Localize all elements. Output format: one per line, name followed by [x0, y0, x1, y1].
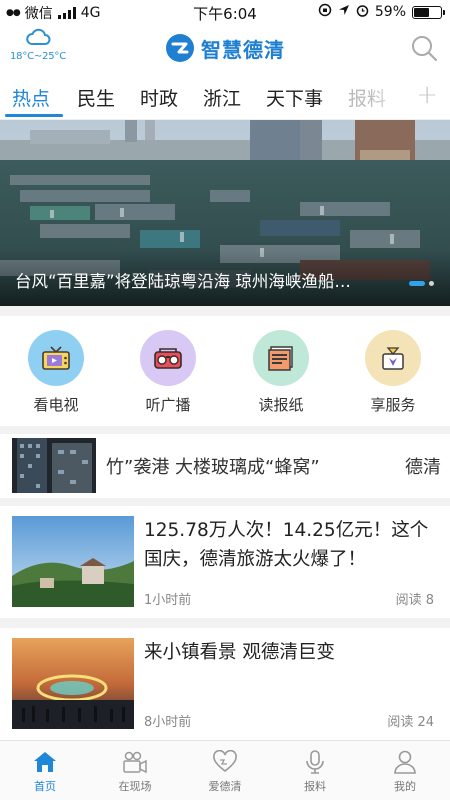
nav-home[interactable]: 首页	[0, 747, 90, 794]
nav-label: 爱德清	[208, 780, 242, 793]
tab-hot[interactable]: 热点	[12, 84, 50, 111]
ticker-headline-next[interactable]: 德清	[405, 453, 441, 479]
ticker-headline[interactable]: 竹”袭港 大楼玻璃成“蜂窝”	[106, 453, 320, 479]
divider	[0, 306, 450, 316]
news-read-count: 阅读 24	[387, 715, 434, 730]
news-thumbnail	[12, 638, 134, 729]
hero-caption[interactable]: 台风“百里嘉”将登陆琼粤沿海 琼州海峡渔船…	[15, 268, 388, 292]
listen-radio-button[interactable]: 听广播	[123, 330, 213, 415]
news-item[interactable]: 来小镇看景 观德清巨变 8小时前 阅读 24	[0, 628, 450, 740]
service-label: 读报纸	[258, 396, 304, 414]
camera-icon	[123, 751, 147, 774]
app-title: 智慧德清	[201, 37, 285, 62]
news-title[interactable]: 125.78万人次！14.25亿元！这个国庆，德清旅游太火爆了！	[144, 516, 434, 574]
service-label: 享服务	[370, 396, 416, 414]
nav-label: 在现场	[118, 780, 152, 793]
newspaper-icon	[253, 330, 309, 386]
service-shortcuts: 看电视 听广播 读报纸 享服务	[0, 316, 450, 426]
ticker-thumbnail	[12, 438, 96, 493]
tab-world[interactable]: 天下事	[266, 84, 323, 111]
nav-label: 我的	[394, 780, 416, 793]
app-logo-icon	[166, 34, 194, 62]
news-time: 1小时前	[144, 593, 192, 608]
divider	[0, 498, 450, 506]
category-tabs: 热点 民生 时政 浙江 天下事 报料 +	[0, 74, 450, 120]
watch-tv-button[interactable]: 看电视	[11, 330, 101, 415]
news-time: 8小时前	[144, 715, 192, 730]
news-read-count: 阅读 8	[395, 593, 434, 608]
nav-live[interactable]: 在现场	[90, 747, 180, 794]
tv-icon	[28, 330, 84, 386]
brand: 智慧德清	[0, 33, 450, 63]
tab-fade	[370, 74, 410, 119]
radio-icon	[140, 330, 196, 386]
tab-livelihood[interactable]: 民生	[77, 84, 115, 111]
app-header: 18°C~25°C 智慧德清	[0, 24, 450, 74]
service-label: 看电视	[33, 396, 79, 414]
rotation-lock-icon	[318, 3, 332, 21]
divider	[0, 426, 450, 434]
nav-label: 报料	[304, 780, 326, 793]
bottom-navigation: 首页 在现场 爱德清 报料 我的	[0, 740, 450, 800]
news-thumbnail	[12, 516, 134, 607]
heart-icon	[213, 750, 237, 773]
search-icon[interactable]	[410, 34, 438, 62]
tab-zhejiang[interactable]: 浙江	[203, 84, 241, 111]
status-bar: ●● 微信 4G 下午6:04 59%	[0, 0, 450, 24]
nav-label: 首页	[34, 780, 56, 793]
battery-percent: 59%	[374, 4, 406, 20]
add-tab-button[interactable]: +	[416, 80, 438, 110]
read-newspaper-button[interactable]: 读报纸	[236, 330, 326, 415]
microphone-icon	[306, 750, 324, 774]
battery-icon	[412, 5, 445, 19]
alarm-icon	[356, 4, 369, 21]
service-icon	[365, 330, 421, 386]
enjoy-service-button[interactable]: 享服务	[348, 330, 438, 415]
news-title[interactable]: 来小镇看景 观德清巨变	[144, 638, 434, 667]
carousel-dot	[429, 281, 434, 286]
nav-report[interactable]: 报料	[270, 747, 360, 794]
location-icon	[338, 4, 350, 20]
nav-mine[interactable]: 我的	[360, 747, 450, 794]
carousel-indicator	[409, 281, 434, 286]
status-right: 59%	[318, 3, 445, 21]
divider	[0, 618, 450, 628]
home-icon	[34, 752, 56, 772]
service-label: 听广播	[145, 396, 191, 414]
nav-love-deqing[interactable]: 爱德清	[180, 747, 270, 794]
hero-carousel[interactable]: 台风“百里嘉”将登陆琼粤沿海 琼州海峡渔船…	[0, 120, 450, 306]
carousel-dot-active	[409, 281, 425, 286]
tab-politics[interactable]: 时政	[140, 84, 178, 111]
news-ticker[interactable]: 竹”袭港 大楼玻璃成“蜂窝” 德清	[0, 434, 450, 498]
active-tab-indicator	[5, 114, 63, 117]
news-item[interactable]: 125.78万人次！14.25亿元！这个国庆，德清旅游太火爆了！ 1小时前 阅读…	[0, 506, 450, 618]
user-icon	[394, 750, 416, 774]
